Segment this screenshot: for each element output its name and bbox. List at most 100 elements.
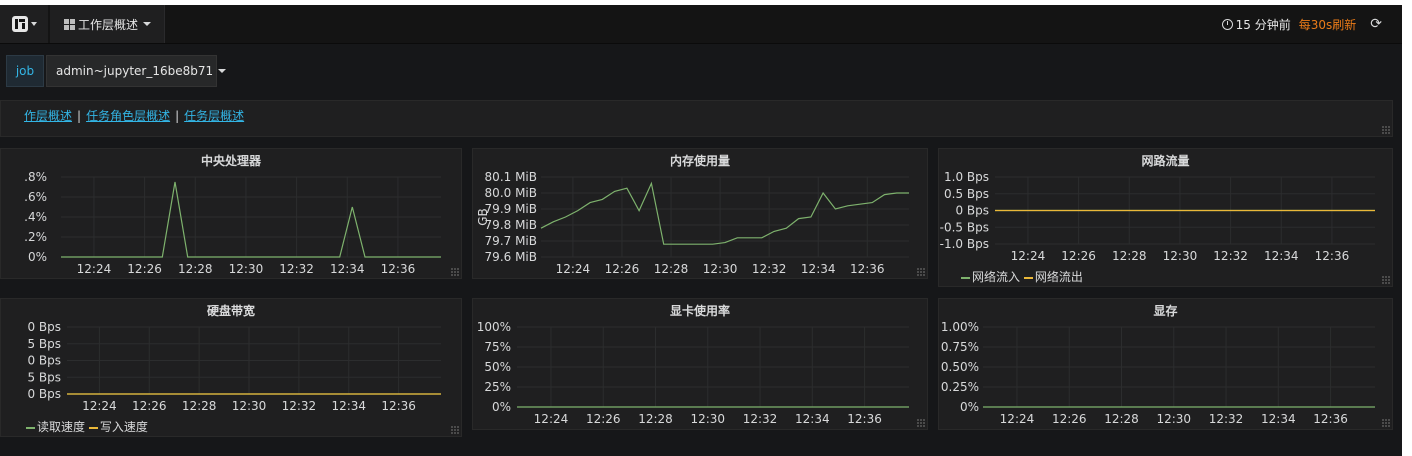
dashboard-picker-button[interactable]: 工作层概述 (50, 5, 165, 43)
y-tick-label: 0% (960, 400, 979, 414)
x-tick-label: 12:28 (1104, 412, 1139, 426)
legend-label: 网络流出 (1034, 270, 1083, 284)
variable-select[interactable]: admin~jupyter_16be8b71 (46, 55, 227, 87)
gpu-panel: 显卡使用率 100% 75% 50% 25% 0% 12:24 12:26 12:28 12:3… (472, 298, 928, 430)
panel-resize-handle[interactable] (1382, 126, 1390, 134)
x-tick-label: 12:34 (1264, 249, 1299, 263)
x-tick-label: 12:24 (77, 262, 112, 276)
x-tick-label: 12:24 (1000, 412, 1035, 426)
refresh-icon[interactable]: ⟳ (1370, 16, 1382, 32)
x-tick-label: 12:32 (743, 412, 778, 426)
legend-swatch (88, 426, 98, 429)
series-line (61, 181, 441, 258)
x-tick-label: 12:36 (381, 262, 416, 276)
y-tick-label: -0.5 Bps (940, 220, 989, 234)
top-navbar: 工作层概述 15 分钟前 每30s刷新 ⟳ (0, 5, 1402, 44)
legend-label: 写入速度 (99, 420, 148, 434)
x-tick-label: 12:26 (586, 412, 621, 426)
disk-panel: 硬盘带宽 0 Bps 5 Bps 0 Bps 5 Bps 0 Bps 12:24 12:26… (0, 298, 462, 437)
x-tick-label: 12:24 (82, 399, 117, 413)
y-tick-label: .8% (24, 170, 47, 184)
panel-resize-handle[interactable] (451, 426, 459, 434)
y-tick-label: 0.50% (941, 360, 979, 374)
y-tick-label: .6% (24, 190, 47, 204)
legend-label: 读取速度 (37, 420, 86, 434)
disk-legend: 读取速度 写入速度 (26, 418, 148, 435)
x-tick-label: 12:30 (232, 399, 267, 413)
y-tick-label: 79.8 MiB (485, 218, 537, 232)
logo-icon (12, 16, 37, 32)
y-tick-label: 25% (484, 380, 511, 394)
variable-value: admin~jupyter_16be8b71 (56, 64, 214, 78)
x-tick-label: 12:28 (182, 399, 217, 413)
y-tick-label: 0 Bps (955, 204, 989, 218)
y-tick-label: 80.1 MiB (485, 170, 537, 184)
memory-panel: 内存使用量 80.1 MiB 80.0 MiB 79.9 MiB 79.8 MiB 79… (472, 148, 928, 279)
y-tick-label: 5 Bps (27, 370, 61, 384)
y-tick-label: 1.00% (941, 320, 979, 334)
x-tick-label: 12:30 (690, 412, 725, 426)
x-tick-label: 12:30 (1156, 412, 1191, 426)
links-panel: 作层概述 | 任务角色层概述 | 任务层概述 (0, 100, 1393, 137)
chevron-down-icon (143, 22, 152, 26)
legend-item[interactable]: 写入速度 (88, 420, 148, 434)
legend-swatch (1023, 276, 1033, 279)
y-tick-label: 79.7 MiB (485, 234, 537, 248)
x-tick-label: 12:24 (556, 262, 591, 276)
x-tick-label: 12:36 (1315, 249, 1350, 263)
window-right-strip (1402, 0, 1412, 456)
y-tick-label: 0% (492, 400, 511, 414)
y-tick-label: 79.9 MiB (485, 202, 537, 216)
vram-panel: 显存 1.00% 0.75% 0.50% 0.25% 0% 12:24 12:26 12:28… (938, 298, 1393, 430)
link-separator: | (175, 109, 180, 123)
home-menu-button[interactable] (0, 5, 48, 43)
x-tick-label: 12:28 (638, 412, 673, 426)
y-tick-label: 80.0 MiB (485, 186, 537, 200)
link-task-overview[interactable]: 任务层概述 (184, 109, 244, 123)
panel-resize-handle[interactable] (451, 268, 459, 276)
y-tick-label: 75% (484, 340, 511, 354)
x-tick-label: 12:36 (381, 399, 416, 413)
x-tick-label: 12:28 (1112, 249, 1147, 263)
vram-chart: 1.00% 0.75% 0.50% 0.25% 0% 12:24 12:26 12:28 12:… (941, 320, 1375, 426)
x-tick-label: 12:34 (330, 262, 365, 276)
legend-swatch (26, 426, 35, 429)
refresh-interval[interactable]: 每30s刷新 (1299, 16, 1357, 33)
y-tick-label: 0.5 Bps (944, 187, 989, 201)
network-panel: 网路流量 1.0 Bps 0.5 Bps 0 Bps -0.5 Bps -1.0 Bps… (938, 148, 1393, 287)
y-tick-label: 0.25% (941, 380, 979, 394)
legend-swatch (961, 276, 970, 279)
x-tick-label: 12:30 (703, 262, 738, 276)
time-range-picker[interactable]: 15 分钟前 (1236, 16, 1291, 33)
x-tick-label: 12:30 (1163, 249, 1198, 263)
panel-resize-handle[interactable] (1382, 276, 1390, 284)
memory-chart: 80.1 MiB 80.0 MiB 79.9 MiB 79.8 MiB 79.7 MiB… (476, 170, 909, 276)
legend-label: 网络流入 (972, 270, 1021, 284)
y-tick-label: .2% (24, 230, 47, 244)
x-tick-label: 12:36 (850, 262, 885, 276)
chevron-down-icon (218, 69, 227, 73)
time-controls: 15 分钟前 每30s刷新 ⟳ (1221, 5, 1382, 43)
dashboard-links: 作层概述 | 任务角色层概述 | 任务层概述 (24, 107, 244, 124)
x-tick-label: 12:34 (801, 262, 836, 276)
x-tick-label: 12:36 (847, 412, 882, 426)
panel-resize-handle[interactable] (917, 268, 925, 276)
panel-resize-handle[interactable] (1382, 419, 1390, 427)
y-tick-label: 0% (28, 250, 47, 264)
panel-resize-handle[interactable] (917, 419, 925, 427)
link-role-overview[interactable]: 任务角色层概述 (86, 109, 170, 123)
x-tick-label: 12:26 (1052, 412, 1087, 426)
legend-item[interactable]: 网络流入 (961, 270, 1020, 284)
x-tick-label: 12:32 (1209, 412, 1244, 426)
legend-item[interactable]: 网络流出 (1023, 270, 1083, 284)
y-tick-label: 100% (477, 320, 511, 334)
y-tick-label: -1.0 Bps (940, 237, 989, 251)
x-tick-label: 12:30 (229, 262, 264, 276)
y-tick-label: 0.75% (941, 340, 979, 354)
legend-item[interactable]: 读取速度 (26, 420, 85, 434)
x-tick-label: 12:28 (654, 262, 689, 276)
link-job-overview[interactable]: 作层概述 (24, 109, 72, 123)
x-tick-label: 12:26 (127, 262, 162, 276)
x-tick-label: 12:26 (605, 262, 640, 276)
x-tick-label: 12:34 (331, 399, 366, 413)
